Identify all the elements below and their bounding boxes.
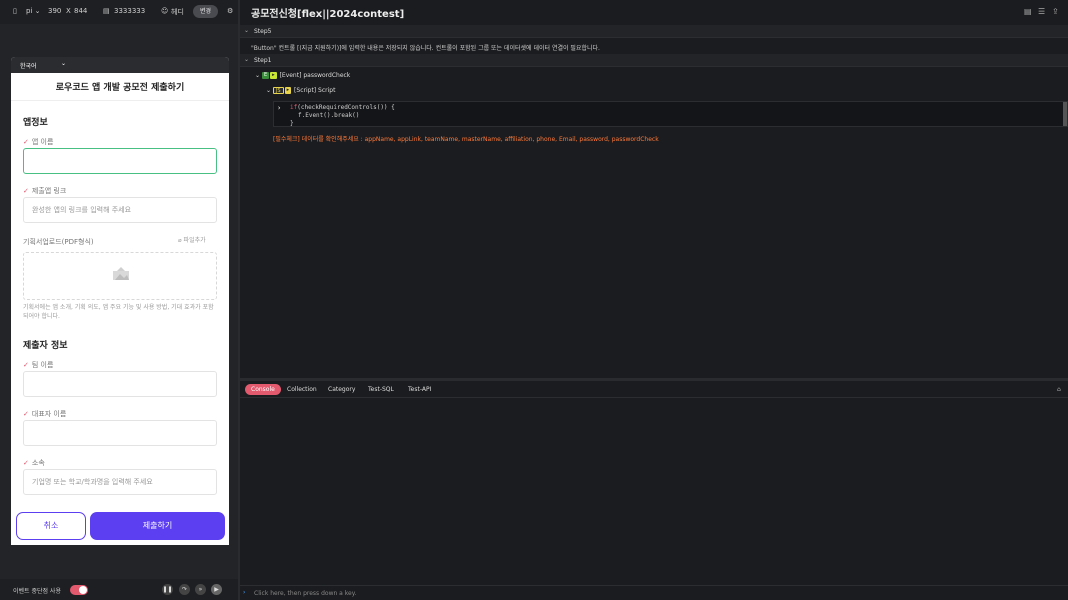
app-root: ▯ pi ⌄ 390 X 844 ▤ 3333333 ☺ 헤디 변경 ⚙ 한국어… <box>0 0 1068 600</box>
app-name-label: ✓ 앱 이름 <box>23 138 54 146</box>
chevron-down-icon[interactable]: ⌄ <box>244 56 249 63</box>
console-tabs: Console Collection Category Test-SQL Tes… <box>240 381 1068 398</box>
chevron-down-icon[interactable]: ⌄ <box>255 72 260 79</box>
settings-icon[interactable]: ⚙ <box>227 7 233 15</box>
paperclip-icon: ⌀ <box>178 237 182 244</box>
device-toolbar: ▯ pi ⌄ 390 X 844 ▤ 3333333 ☺ 헤디 변경 ⚙ <box>0 0 238 24</box>
editor-pane: 공모전신청[flex||2024contest] ▤ ☰ ⇪ ⌄ Step5 "… <box>240 0 1068 600</box>
required-check-icon: ✓ <box>23 361 29 369</box>
app-link-input[interactable]: 완성한 앱의 링크를 입력해 주세요 <box>23 197 217 223</box>
console-input[interactable]: › Click here, then press down a key. <box>240 585 1068 600</box>
step-over-icon[interactable]: ↷ <box>179 584 190 595</box>
event-badge: E <box>261 72 270 79</box>
team-name-label: ✓ 팀 이름 <box>23 361 54 369</box>
tab-test-api[interactable]: Test-API <box>408 384 431 395</box>
code-viewer[interactable]: › if(checkRequiredControls()) { f.Event(… <box>273 101 1068 127</box>
chevron-down-icon[interactable]: ⌄ <box>244 27 249 34</box>
required-check-icon: ✓ <box>23 187 29 195</box>
master-name-label: ✓ 대표자 이름 <box>23 410 67 418</box>
event-breakpoint-toggle[interactable] <box>70 585 88 595</box>
size-separator: X <box>66 7 71 15</box>
editor-titlebar: 공모전신청[flex||2024contest] ▤ ☰ ⇪ <box>240 0 1068 24</box>
tab-console[interactable]: Console <box>245 384 281 395</box>
user-name: 헤디 <box>171 8 184 16</box>
device-width: 390 <box>48 7 62 15</box>
layout-icon[interactable]: ▤ <box>1024 7 1034 17</box>
script-type-icon: ▸ <box>284 87 292 94</box>
event-node[interactable]: ⌄ E ▸ [Event] passwordCheck <box>255 72 350 79</box>
chevron-down-icon[interactable]: ⌄ <box>266 87 271 94</box>
plan-hint: 기획서에는 앱 소개, 기획 의도, 앱 주요 기능 및 사용 방법, 기대 효… <box>23 304 214 320</box>
tab-collection[interactable]: Collection <box>287 384 317 395</box>
required-check-icon: ✓ <box>23 459 29 467</box>
device-select[interactable]: pi ⌄ <box>26 7 40 15</box>
app-link-label: ✓ 제출앱 링크 <box>23 187 67 195</box>
page-title: 로우코드 앱 개발 공모전 제출하기 <box>11 75 229 101</box>
step5-row[interactable]: ⌄ Step5 <box>240 25 1068 38</box>
export-icon[interactable]: ⇪ <box>1052 7 1062 17</box>
prompt-icon: › <box>243 589 246 596</box>
editor-title: 공모전신청[flex||2024contest] <box>251 9 405 20</box>
upload-image-icon <box>113 267 129 280</box>
pause-icon[interactable]: ❚❚ <box>162 584 173 595</box>
script-node-label: [Script] Script <box>294 87 336 94</box>
event-breakpoint-label: 이벤트 중단점 사용 <box>13 588 61 595</box>
chevron-down-icon[interactable]: ⌄ <box>61 60 66 67</box>
required-check-icon: ✓ <box>23 410 29 418</box>
change-button[interactable]: 변경 <box>193 5 219 18</box>
code-line-2: f.Event().break() <box>298 112 360 119</box>
phone-icon[interactable]: ▯ <box>13 7 17 15</box>
step5-label: Step5 <box>254 28 272 35</box>
app-name-input[interactable] <box>23 148 217 174</box>
clear-console-icon[interactable]: ⌂ <box>1057 384 1061 395</box>
list-icon[interactable]: ☰ <box>1038 7 1048 17</box>
tab-test-sql[interactable]: Test-SQL <box>368 384 394 395</box>
debug-bar: 이벤트 중단점 사용 ❚❚ ↷ » ▶ <box>0 579 238 600</box>
affiliation-label: ✓ 소속 <box>23 459 45 467</box>
resume-icon[interactable]: ▶ <box>211 584 222 595</box>
affiliation-input[interactable]: 기업명 또는 학교/학과명을 입력해 주세요 <box>23 469 217 495</box>
event-node-label: [Event] passwordCheck <box>279 72 351 79</box>
required-check-icon: ✓ <box>23 138 29 146</box>
step5-warning: "Button" 컨트롤 [(지금 지원하기)]에 입력한 내용은 저장되지 않… <box>251 45 600 52</box>
code-scrollbar[interactable] <box>1063 102 1067 126</box>
language-bar[interactable]: 한국어 ⌄ <box>11 57 229 73</box>
step1-label: Step1 <box>254 57 272 64</box>
upload-dropzone[interactable] <box>23 252 217 300</box>
script-badge: JS <box>272 87 284 94</box>
console-input-placeholder: Click here, then press down a key. <box>254 590 357 597</box>
script-node[interactable]: ⌄ JS ▸ [Script] Script <box>266 87 335 94</box>
required-check-message: [필수체크] 데이터를 확인해주세요 : appName, appLink, t… <box>273 136 659 143</box>
file-add-button[interactable]: ⌀ 파일추가 <box>178 236 206 245</box>
device-height: 844 <box>74 7 88 15</box>
code-line-3: } <box>290 120 294 127</box>
language-select[interactable]: 한국어 <box>20 61 37 70</box>
expand-icon[interactable]: › <box>277 104 281 112</box>
tab-category[interactable]: Category <box>328 384 355 395</box>
submit-button[interactable]: 제출하기 <box>90 512 225 540</box>
code-icon: ▤ <box>103 7 110 15</box>
step1-row[interactable]: ⌄ Step1 <box>240 54 1068 67</box>
section-title-submitter: 제출자 정보 <box>23 341 68 351</box>
device-preview-pane: ▯ pi ⌄ 390 X 844 ▤ 3333333 ☺ 헤디 변경 ⚙ 한국어… <box>0 0 238 600</box>
user-icon: ☺ <box>161 7 169 15</box>
device-code: 3333333 <box>114 7 146 15</box>
team-name-input[interactable] <box>23 371 217 397</box>
event-type-icon: ▸ <box>270 72 277 79</box>
section-title-app: 앱정보 <box>23 118 48 128</box>
device-screen: 한국어 ⌄ 로우코드 앱 개발 공모전 제출하기 앱정보 ✓ 앱 이름 ✓ 제출앱 … <box>11 57 229 545</box>
cancel-button[interactable]: 취소 <box>16 512 86 540</box>
skip-icon[interactable]: » <box>195 584 206 595</box>
code-line-1: if(checkRequiredControls()) { <box>290 104 395 111</box>
plan-upload-label: 기획서업로드(PDF형식) <box>23 238 94 246</box>
master-name-input[interactable] <box>23 420 217 446</box>
